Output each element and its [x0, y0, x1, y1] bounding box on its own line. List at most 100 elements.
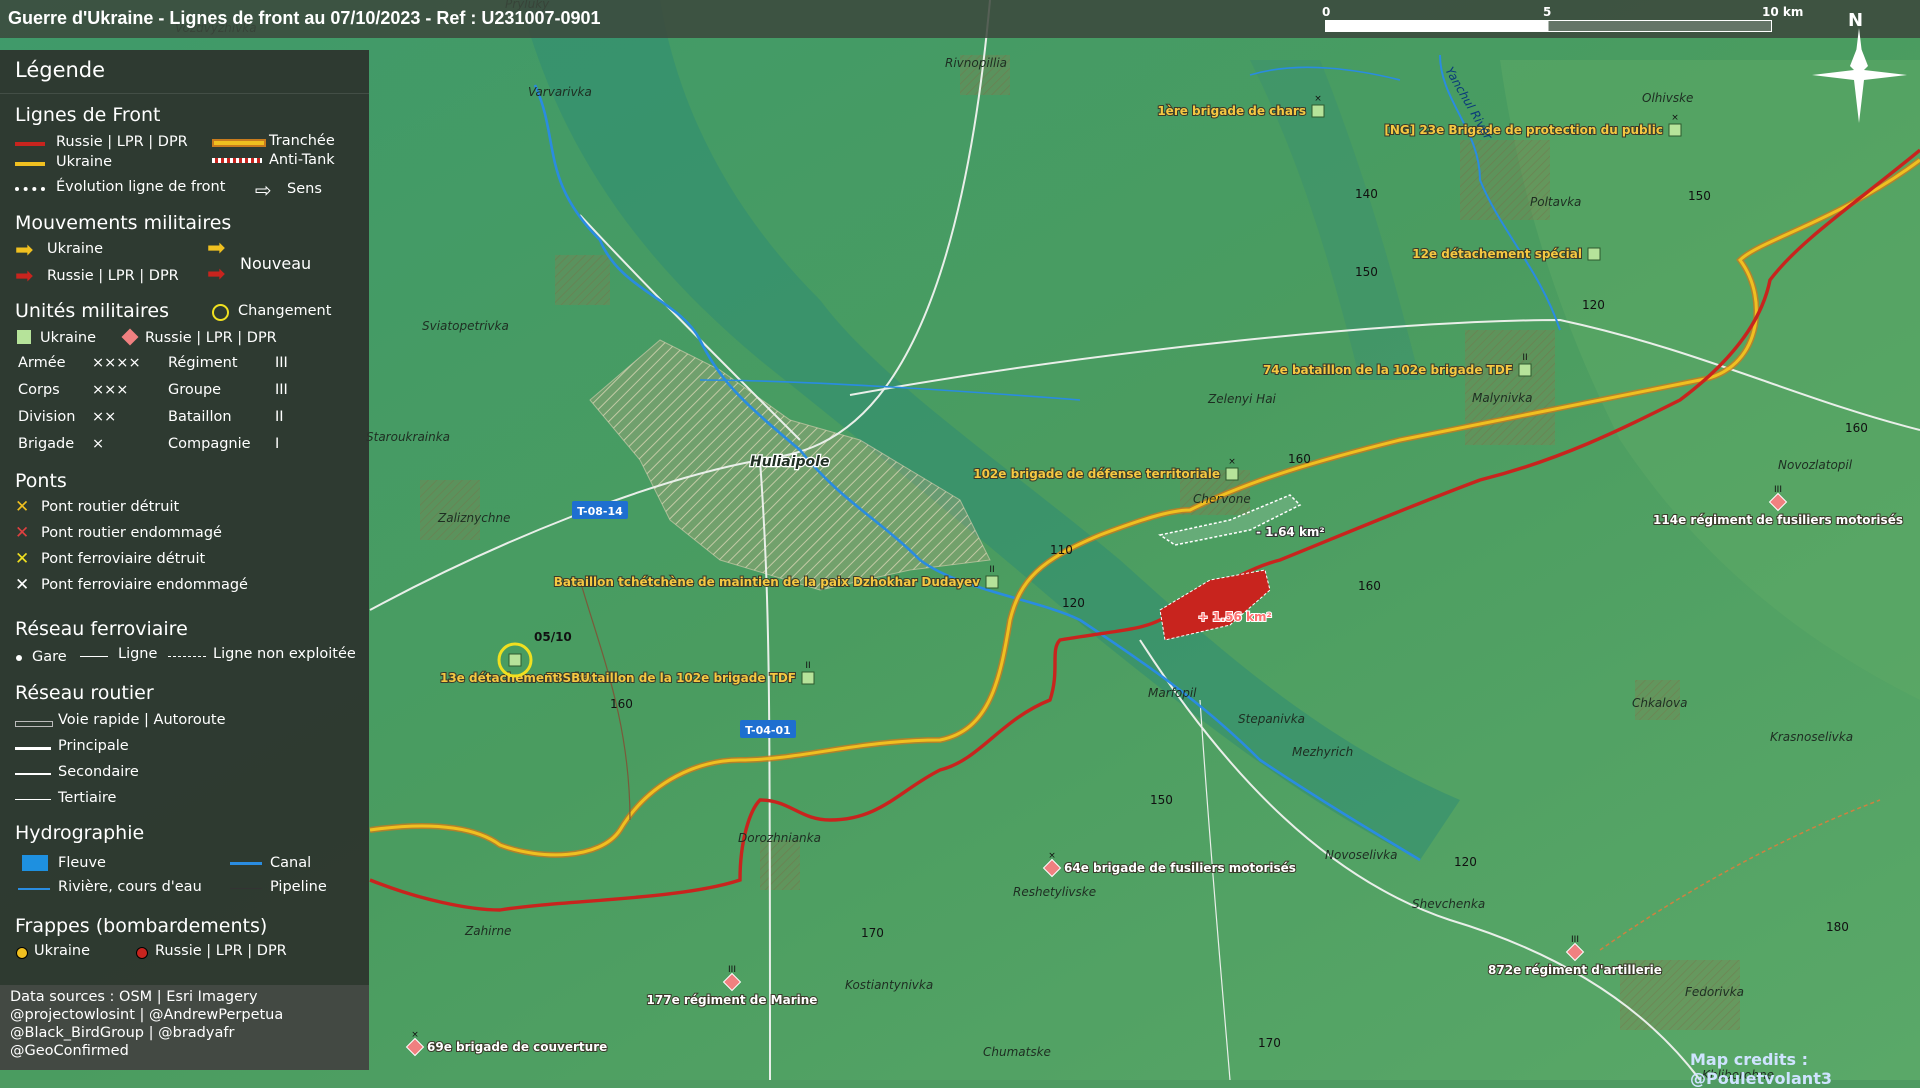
- new-ru-arrow-icon: ➡: [207, 262, 226, 287]
- ua-move-arrow-icon: ➡: [15, 238, 34, 263]
- unit-echelon: III: [728, 965, 736, 975]
- ua-unit-marker-icon[interactable]: [1311, 104, 1325, 118]
- place-label: Dorozhnianka: [738, 831, 821, 845]
- elevation-label: 120: [1582, 298, 1605, 312]
- place-label: Sviatopetrivka: [422, 319, 509, 333]
- elevation-label: 160: [1288, 452, 1311, 466]
- place-label: Malynivka: [1472, 391, 1533, 405]
- territory-change-label: + 1.56 km²: [1198, 610, 1272, 624]
- scale-label-0: 0: [1322, 5, 1331, 19]
- elevation-label: 140: [1355, 187, 1378, 201]
- elevation-label: 150: [1688, 189, 1711, 203]
- echelon-rs: III: [275, 355, 288, 371]
- canal-swatch: [230, 862, 262, 865]
- unit-label: 64e brigade de fusiliers motorisés: [1064, 861, 1296, 875]
- units-change-label: Changement: [238, 303, 332, 319]
- strikes-russia-label: Russie | LPR | DPR: [155, 943, 287, 959]
- place-label: Mezhyrich: [1292, 745, 1353, 759]
- unit-label: 1ère brigade de chars: [1157, 104, 1306, 118]
- unit-echelon: II: [989, 565, 994, 575]
- echelon-r: Régiment: [168, 355, 238, 371]
- unit-label: 13e détachement SBU: [440, 671, 590, 685]
- movements-new-label: Nouveau: [240, 254, 312, 273]
- road-label: Principale: [58, 738, 129, 754]
- elevation-label: 160: [1358, 579, 1381, 593]
- movements-russia-label: Russie | LPR | DPR: [47, 268, 179, 284]
- rail-line-swatch: [80, 656, 108, 657]
- ua-unit-swatch: [17, 330, 31, 344]
- movements-heading: Mouvements militaires: [15, 212, 232, 234]
- bridge-x-icon: ✕: [15, 549, 30, 569]
- unit-label: 12e détachement spécial: [1412, 247, 1582, 261]
- bridge-x-icon: ✕: [15, 575, 30, 595]
- place-label: Staroukrainka: [366, 430, 450, 444]
- legend-panel: Légende Lignes de Front Russie | LPR | D…: [0, 50, 369, 1070]
- front-russia-label: Russie | LPR | DPR: [56, 134, 188, 150]
- place-label: Chkalova: [1632, 696, 1687, 710]
- place-label: Chervone: [1193, 492, 1251, 506]
- unit-echelon: ×: [411, 1030, 419, 1040]
- place-label: Zahirne: [464, 924, 511, 938]
- echelon-l: Division: [18, 409, 76, 425]
- ua-unit-marker-icon[interactable]: [985, 575, 999, 589]
- field: [760, 840, 800, 890]
- ua-unit-marker-icon[interactable]: [1518, 363, 1532, 377]
- elevation-label: 170: [861, 926, 884, 940]
- ru-strike-dot-icon: [136, 947, 148, 959]
- trench-label: Tranchée: [269, 133, 335, 149]
- river-swatch: [18, 888, 50, 890]
- place-label: Poltavka: [1530, 195, 1581, 209]
- roads-heading: Réseau routier: [15, 682, 154, 704]
- road-label: Voie rapide | Autoroute: [58, 712, 226, 728]
- ua-unit-marker-icon[interactable]: [508, 653, 522, 667]
- unit-echelon: ×: [1671, 113, 1679, 123]
- place-label: Marfopil: [1148, 686, 1197, 700]
- unit-label: 74e bataillon de la 102e brigade TDF: [1263, 363, 1513, 377]
- place-label: Varvarivka: [528, 85, 592, 99]
- elevation-label: 110: [1050, 543, 1073, 557]
- ua-unit-marker-icon[interactable]: [1225, 467, 1239, 481]
- bridges-heading: Ponts: [15, 470, 67, 492]
- evolution-label: Évolution ligne de front: [56, 179, 226, 195]
- hydro-canal-label: Canal: [270, 855, 312, 871]
- strikes-ukraine-label: Ukraine: [34, 943, 90, 959]
- ua-unit-marker-icon[interactable]: [801, 671, 815, 685]
- place-label: Olhivske: [1642, 91, 1693, 105]
- direction-label: Sens: [287, 181, 322, 197]
- bridge-label: Pont routier endommagé: [41, 525, 222, 541]
- road-label: Secondaire: [58, 764, 139, 780]
- ua-strike-dot-icon: [16, 947, 28, 959]
- unit-label: 102e brigade de défense territoriale: [973, 467, 1220, 481]
- unit-echelon: ×: [1228, 457, 1236, 467]
- source-line: @projectowlosint | @AndrewPerpetua: [10, 1007, 284, 1023]
- front-ukraine-label: Ukraine: [56, 154, 112, 170]
- ru-move-arrow-icon: ➡: [15, 264, 34, 289]
- road-label: T-04-01: [745, 724, 791, 737]
- rail-line-label: Ligne: [118, 646, 158, 662]
- evolution-swatch: [15, 187, 45, 191]
- sources-box: Data sources : OSM | Esri Imagery @proje…: [0, 985, 369, 1070]
- place-label: Novoselivka: [1325, 848, 1397, 862]
- place-label: Shevchenka: [1412, 897, 1485, 911]
- hydro-river-label: Rivière, cours d'eau: [58, 879, 202, 895]
- elevation-label: 150: [1355, 265, 1378, 279]
- hydro-pipeline-label: Pipeline: [270, 879, 327, 895]
- elevation-label: 120: [1454, 855, 1477, 869]
- ua-unit-marker-icon[interactable]: [1668, 123, 1682, 137]
- place-label: Novozlatopil: [1778, 458, 1853, 472]
- ukraine-line-swatch: [15, 162, 45, 166]
- ua-unit-marker-icon[interactable]: [1587, 247, 1601, 261]
- bridge-label: Pont routier détruit: [41, 499, 180, 515]
- unit-echelon: ×: [1048, 851, 1056, 861]
- place-label: Zelenyi Hai: [1207, 392, 1277, 406]
- river-big-swatch: [22, 855, 48, 871]
- echelon-r: Bataillon: [168, 409, 232, 425]
- unit-label: 69e brigade de couverture: [427, 1040, 607, 1054]
- units-heading: Unités militaires: [15, 300, 170, 322]
- pipeline-swatch: [230, 888, 262, 889]
- place-label: Zaliznychne: [437, 511, 510, 525]
- elevation-label: 160: [1845, 421, 1868, 435]
- bridge-label: Pont ferroviaire endommagé: [41, 577, 248, 593]
- echelon-ls: ××: [92, 409, 117, 425]
- echelon-ls: ××××: [92, 355, 141, 371]
